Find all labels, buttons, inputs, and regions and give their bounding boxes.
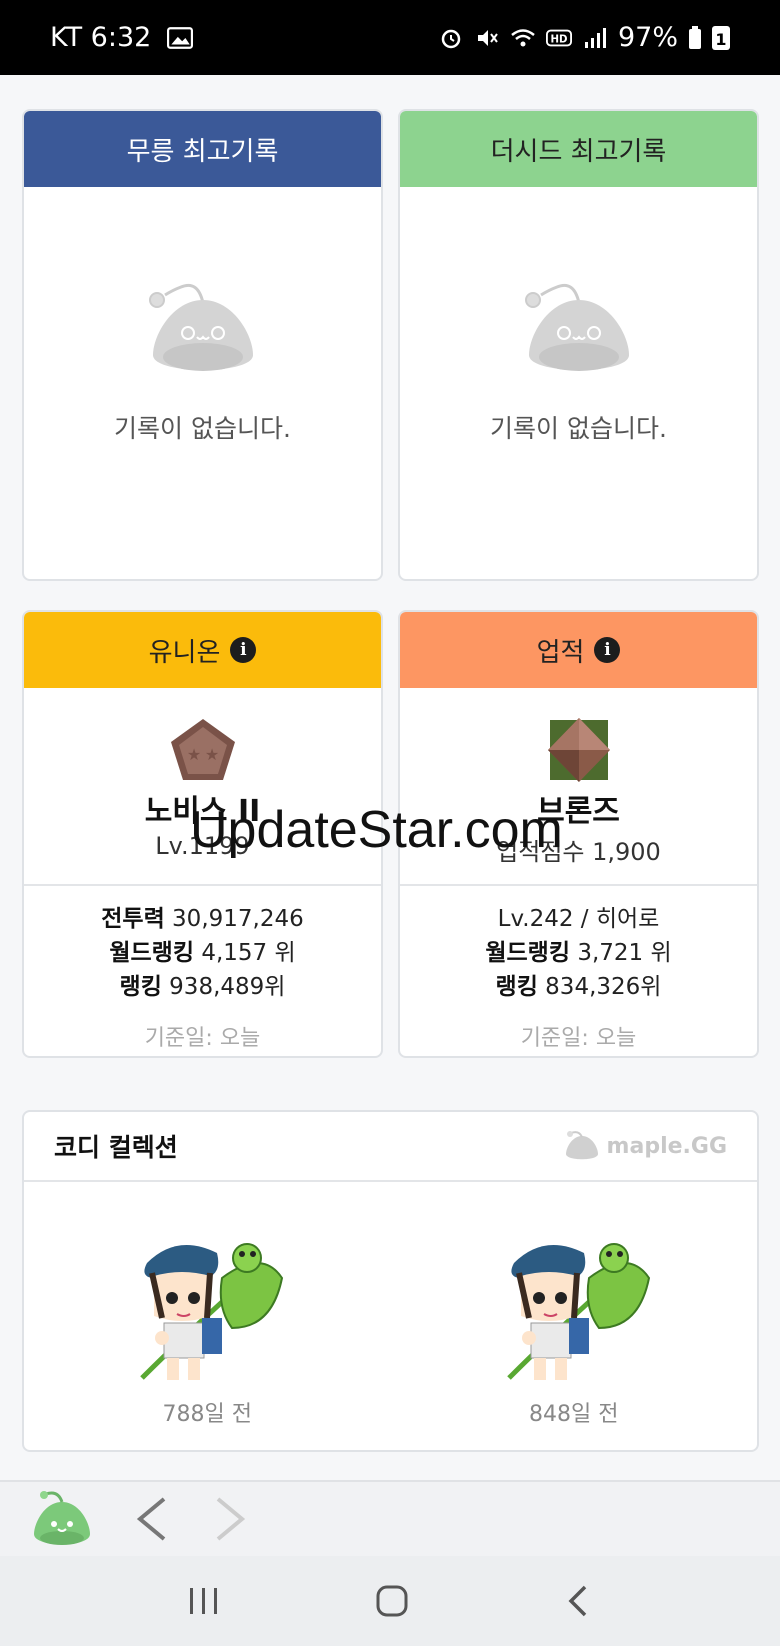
maple-gg-logo-text: maple.GG [606, 1133, 727, 1159]
signal-icon [584, 27, 606, 48]
achievement-date: 기준일: 오늘 [520, 1026, 637, 1051]
coordi-collection-card: 코디 컬렉션 maple.GG 788일 전 848일 전 [22, 1110, 759, 1452]
achievement-world-rank-line: 월드랭킹 3,721 위 [485, 940, 672, 966]
union-date: 기준일: 오늘 [144, 1026, 261, 1051]
alarm-icon [441, 29, 461, 48]
status-bar: KT 6:32 HD 97% 1 [0, 0, 780, 75]
battery-percent: 97% [617, 22, 678, 53]
theseed-record-card: 더시드 최고기록 기록이 없습니다. [398, 109, 759, 581]
coordi-title: 코디 컬렉션 [54, 1133, 178, 1162]
coordi-date: 848일 전 [529, 1402, 619, 1427]
system-nav-bar [0, 1556, 780, 1646]
achievement-rank-line: 랭킹 834,326위 [495, 974, 662, 1000]
svg-text:1: 1 [715, 30, 726, 49]
browser-toolbar [0, 1480, 780, 1556]
info-icon[interactable]: i [594, 637, 621, 663]
theseed-card-header: 더시드 최고기록 [400, 111, 757, 187]
mureung-record-card: 무릉 최고기록 기록이 없습니다. [22, 109, 383, 581]
forward-arrow-icon[interactable] [210, 1494, 250, 1544]
main-content: 무릉 최고기록 기록이 없습니다. 더시드 최고기록 기록이 없습니다. 유니온… [0, 75, 780, 1480]
svg-text:HD: HD [550, 34, 567, 45]
svg-text:★: ★ [204, 745, 218, 764]
character-avatar [140, 1243, 284, 1380]
mute-icon [477, 29, 498, 46]
slime-placeholder-icon [148, 283, 253, 371]
union-rank-line: 랭킹 938,489위 [119, 974, 286, 1000]
image-icon [167, 26, 194, 49]
svg-text:★: ★ [186, 745, 200, 764]
slime-placeholder-icon [524, 283, 629, 371]
system-back-icon[interactable] [563, 1584, 593, 1618]
battery-icon [689, 25, 701, 49]
union-card-title: 유니온 [148, 637, 221, 668]
info-icon[interactable]: i [230, 637, 257, 663]
achievement-grade-badge-icon [547, 718, 610, 782]
recent-apps-icon[interactable] [187, 1586, 221, 1616]
home-icon[interactable] [375, 1584, 409, 1618]
coordi-item[interactable]: 788일 전 [57, 1218, 357, 1428]
theseed-empty-text: 기록이 없습니다. [490, 414, 667, 443]
back-arrow-icon[interactable] [132, 1494, 172, 1544]
union-grade-badge-icon: ★ ★ [170, 719, 235, 780]
sim-icon: 1 [712, 25, 730, 50]
hd-icon: HD [545, 29, 572, 46]
coordi-date: 788일 전 [162, 1402, 252, 1427]
union-power-line: 전투력 30,917,246 [101, 906, 304, 932]
slime-logo-icon [565, 1131, 598, 1160]
maple-gg-logo: maple.GG [563, 1130, 727, 1162]
wifi-icon [511, 28, 535, 46]
achievement-level-job: Lv.242 / 히어로 [497, 906, 660, 932]
union-card-header: 유니온 i [24, 612, 381, 688]
union-world-rank-line: 월드랭킹 4,157 위 [109, 940, 296, 966]
character-avatar [506, 1243, 650, 1380]
achievement-card-title: 업적 [536, 637, 585, 668]
achievement-card-header: 업적 i [400, 612, 757, 688]
mureung-empty-text: 기록이 없습니다. [114, 414, 291, 443]
slime-home-icon[interactable] [30, 1488, 94, 1550]
coordi-item[interactable]: 848일 전 [424, 1218, 724, 1428]
carrier-time: KT 6:32 [50, 22, 152, 53]
mureung-card-title: 무릉 최고기록 [126, 136, 279, 167]
theseed-card-title: 더시드 최고기록 [490, 136, 667, 167]
mureung-card-header: 무릉 최고기록 [24, 111, 381, 187]
watermark: UpdateStar.com [190, 801, 563, 859]
